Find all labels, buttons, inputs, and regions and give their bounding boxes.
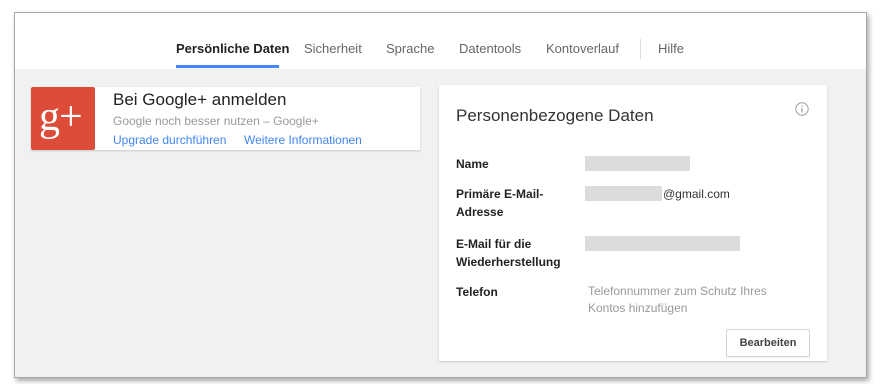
personal-data-card: Personenbezogene Daten Name Primäre E-Ma… <box>439 85 827 361</box>
tab-sprache[interactable]: Sprache <box>386 41 434 56</box>
tab-sicherheit[interactable]: Sicherheit <box>304 41 362 56</box>
email-domain: @gmail.com <box>663 187 730 201</box>
google-plus-card: g+ Bei Google+ anmelden Google noch bess… <box>31 87 420 150</box>
tab-datentools[interactable]: Datentools <box>459 41 521 56</box>
email-value-redacted <box>585 186 662 201</box>
recovery-email-redacted <box>585 236 740 251</box>
phone-hint: Telefonnummer zum Schutz Ihres Kontos hi… <box>588 284 767 315</box>
account-window: Persönliche Daten Sicherheit Sprache Dat… <box>14 12 867 378</box>
card-title: Personenbezogene Daten <box>456 106 654 125</box>
tab-hilfe[interactable]: Hilfe <box>658 41 684 56</box>
upgrade-link[interactable]: Upgrade durchführen <box>113 133 226 147</box>
tab-persoenliche-daten[interactable]: Persönliche Daten <box>176 41 289 56</box>
more-info-link[interactable]: Weitere Informationen <box>244 133 362 147</box>
nav-divider <box>640 39 641 59</box>
google-plus-logo: g+ <box>31 87 95 150</box>
name-label: Name <box>456 157 489 171</box>
recovery-email-label: E-Mail für die Wiederherstellung <box>456 237 561 269</box>
edit-button[interactable]: Bearbeiten <box>726 329 810 357</box>
active-tab-indicator <box>176 65 279 68</box>
tab-kontoverlauf[interactable]: Kontoverlauf <box>546 41 619 56</box>
top-navigation: Persönliche Daten Sicherheit Sprache Dat… <box>15 13 866 69</box>
phone-label: Telefon <box>456 285 498 299</box>
google-plus-subtitle: Google noch besser nutzen – Google+ <box>113 114 319 128</box>
google-plus-title: Bei Google+ anmelden <box>113 90 287 109</box>
info-icon[interactable] <box>795 102 809 116</box>
google-plus-logo-text: g+ <box>39 94 83 140</box>
email-label: Primäre E-Mail-Adresse <box>456 187 544 219</box>
name-value-redacted <box>585 156 690 171</box>
